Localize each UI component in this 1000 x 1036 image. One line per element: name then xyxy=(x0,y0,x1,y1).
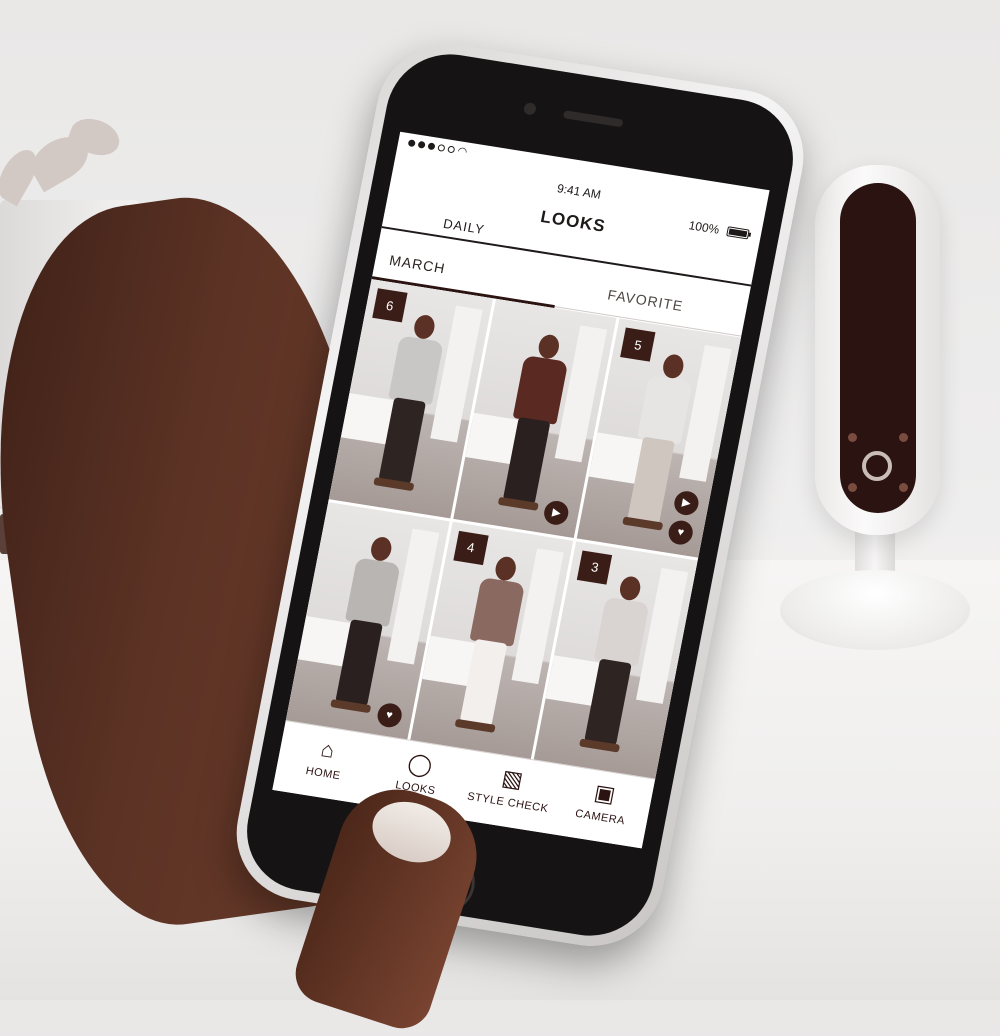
home-icon: ⌂ xyxy=(318,736,337,763)
tab-favorite[interactable]: FAVORITE xyxy=(606,286,684,314)
look-count-badge: 3 xyxy=(577,550,613,585)
look-count-badge: 6 xyxy=(372,288,408,323)
tab-daily[interactable]: DAILY xyxy=(442,216,486,237)
thumb-nail xyxy=(364,792,459,873)
camera-device-face xyxy=(840,183,916,513)
camera-icon: ▣ xyxy=(592,779,618,808)
nav-label: STYLE CHECK xyxy=(466,790,550,816)
nav-style-check[interactable]: ▧ STYLE CHECK xyxy=(457,750,563,833)
nav-home[interactable]: ⌂ HOME xyxy=(272,721,378,804)
nav-label: CAMERA xyxy=(574,807,626,828)
person-icon: ◯ xyxy=(405,749,435,779)
nav-label: HOME xyxy=(304,764,342,783)
wifi-icon: ◠ xyxy=(456,145,469,159)
tab-march[interactable]: MARCH xyxy=(388,252,447,277)
look-count-badge: 4 xyxy=(453,530,489,565)
signal-strength-icon xyxy=(407,139,456,154)
nav-camera[interactable]: ▣ CAMERA xyxy=(549,765,655,848)
echo-look-camera-device xyxy=(815,165,940,535)
look-count-badge: 5 xyxy=(620,327,656,362)
camera-lens-ring xyxy=(862,451,892,481)
photos-icon: ▧ xyxy=(499,764,526,793)
scene: ◠ 9:41 AM 100% LOOKS DAILY MARCH FAVORIT… xyxy=(0,0,1000,1036)
camera-device-base xyxy=(780,570,970,650)
